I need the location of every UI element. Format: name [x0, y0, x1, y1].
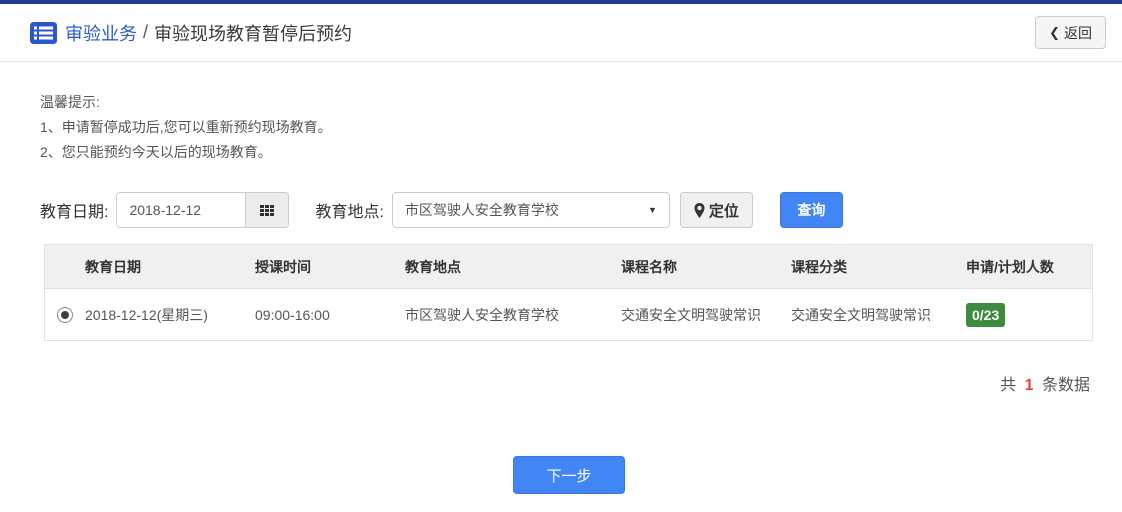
cell-location: 市区驾驶人安全教育学校	[405, 305, 621, 325]
locate-button-label: 定位	[709, 200, 739, 221]
date-picker-button[interactable]	[245, 193, 288, 227]
locate-button[interactable]: 定位	[680, 192, 753, 228]
filter-bar: 教育日期: 教育地点: 市区驾驶人安全教育学校 ▼ 定位 查询	[40, 192, 1122, 228]
page-title: 审验现场教育暂停后预约	[154, 20, 352, 46]
location-select[interactable]: 市区驾驶人安全教育学校 ▼	[392, 192, 670, 228]
chevron-down-icon: ▼	[648, 205, 657, 215]
capacity-badge: 0/23	[966, 303, 1005, 327]
table-row[interactable]: 2018-12-12(星期三) 09:00-16:00 市区驾驶人安全教育学校 …	[45, 288, 1092, 340]
calendar-grid-icon	[260, 205, 274, 216]
breadcrumb-section: 审验业务	[65, 20, 137, 46]
education-date-group	[116, 192, 289, 228]
col-header-date: 教育日期	[85, 257, 255, 277]
tips-title: 温馨提示:	[40, 90, 1122, 115]
list-document-icon	[30, 22, 57, 44]
summary-count: 1	[1021, 377, 1038, 394]
col-header-capacity: 申请/计划人数	[966, 257, 1092, 277]
back-button-label: 返回	[1064, 23, 1092, 43]
tips-line-2: 2、您只能预约今天以后的现场教育。	[40, 140, 1122, 165]
record-count-summary: 共 1 条数据	[0, 371, 1090, 395]
search-button[interactable]: 查询	[780, 192, 843, 228]
back-button[interactable]: ❮ 返回	[1035, 16, 1106, 49]
location-select-value: 市区驾驶人安全教育学校	[405, 200, 559, 220]
cell-date: 2018-12-12(星期三)	[85, 305, 255, 325]
row-radio-selected[interactable]	[57, 307, 73, 323]
table-header-row: 教育日期 授课时间 教育地点 课程名称 课程分类 申请/计划人数	[45, 245, 1092, 288]
education-date-input[interactable]	[117, 193, 245, 227]
cell-course-name: 交通安全文明驾驶常识	[621, 305, 791, 325]
education-location-label: 教育地点:	[315, 198, 383, 222]
cell-course-category: 交通安全文明驾驶常识	[791, 305, 966, 325]
cell-time: 09:00-16:00	[255, 307, 405, 323]
back-arrow-icon: ❮	[1049, 25, 1060, 41]
col-header-time: 授课时间	[255, 257, 405, 277]
next-step-button[interactable]: 下一步	[513, 456, 625, 494]
col-header-course-category: 课程分类	[791, 257, 966, 277]
schedule-table: 教育日期 授课时间 教育地点 课程名称 课程分类 申请/计划人数 2018-12…	[44, 244, 1093, 341]
col-header-course-name: 课程名称	[621, 257, 791, 277]
tips-line-1: 1、申请暂停成功后,您可以重新预约现场教育。	[40, 115, 1122, 140]
summary-prefix: 共	[1000, 377, 1016, 394]
breadcrumb: 审验业务 / 审验现场教育暂停后预约	[30, 20, 352, 46]
page-header: 审验业务 / 审验现场教育暂停后预约 ❮ 返回	[0, 4, 1122, 62]
col-header-location: 教育地点	[405, 257, 621, 277]
map-pin-icon	[694, 203, 705, 218]
breadcrumb-separator: /	[143, 22, 148, 43]
footer-actions: 下一步	[0, 456, 1122, 494]
summary-suffix: 条数据	[1042, 377, 1090, 394]
education-date-label: 教育日期:	[40, 198, 108, 222]
tips-block: 温馨提示: 1、申请暂停成功后,您可以重新预约现场教育。 2、您只能预约今天以后…	[40, 90, 1122, 165]
